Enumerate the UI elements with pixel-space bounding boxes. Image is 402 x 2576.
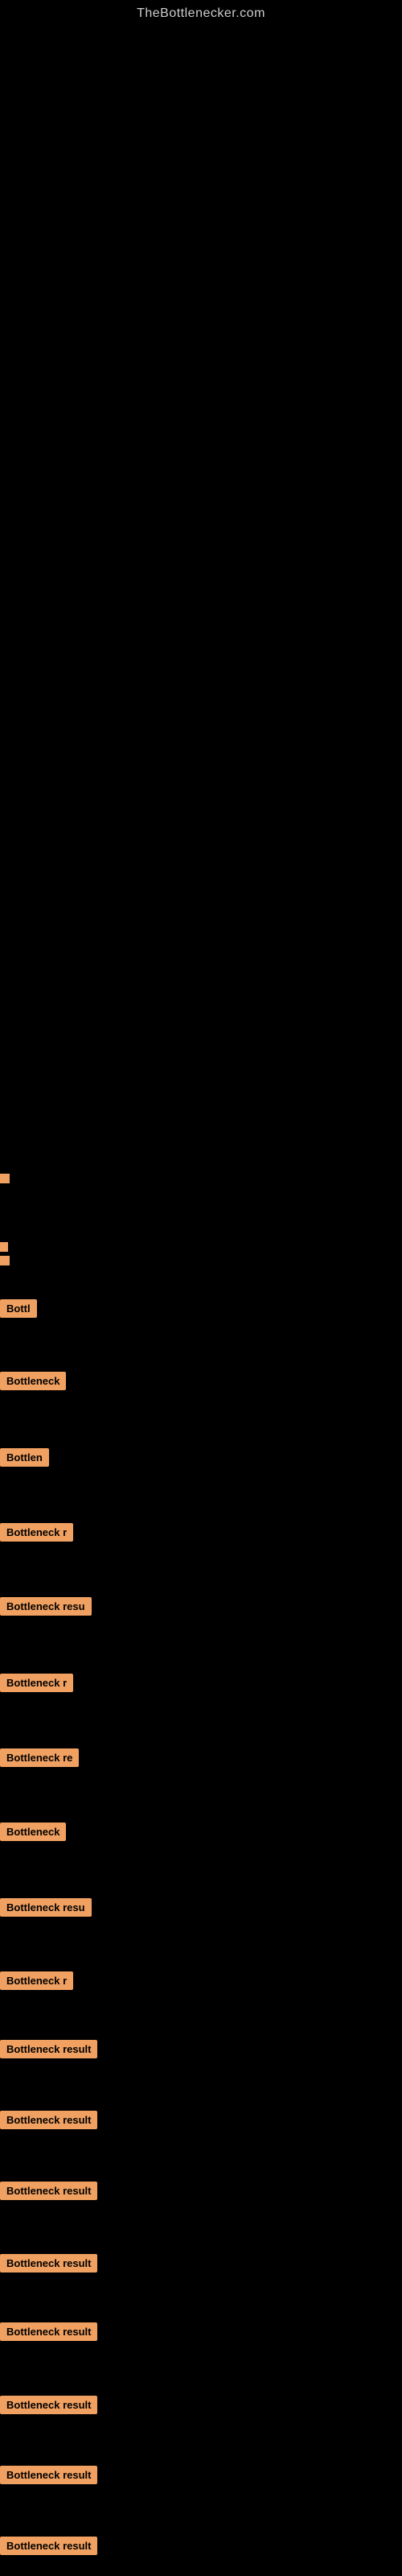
bottleneck-result-item: Bottleneck result: [0, 2037, 142, 2061]
bottleneck-result-item: Bottleneck result: [0, 2178, 147, 2202]
bottleneck-result-label: Bottleneck re: [0, 1748, 79, 1767]
bottleneck-result-label: Bottleneck result: [0, 2254, 97, 2273]
bottleneck-result-item: Bottleneck r: [0, 1670, 103, 1695]
bottleneck-result-label: Bottleneck r: [0, 1674, 73, 1692]
bottleneck-result-item: Bottleneck r: [0, 1520, 103, 1544]
bottleneck-result-label: Bottleneck result: [0, 2111, 97, 2129]
bottleneck-result-label: Bottleneck r: [0, 1971, 73, 1990]
bottleneck-result-item: Bottl: [0, 1296, 58, 1320]
bottleneck-result-item: Bottleneck resu: [0, 1594, 121, 1618]
bottleneck-result-label: Bottleneck result: [0, 2396, 97, 2414]
bottleneck-result-label: Bottleneck resu: [0, 1898, 92, 1917]
bottleneck-result-item: Bottlen: [0, 1445, 68, 1469]
site-title: TheBottlenecker.com: [0, 0, 402, 21]
bottleneck-result-label: Bottleneck result: [0, 2040, 97, 2058]
bottleneck-result-label: Bottleneck result: [0, 2466, 97, 2484]
bottleneck-result-item: Bottleneck result: [0, 2251, 147, 2275]
bottleneck-indicator: [0, 1256, 10, 1265]
bottleneck-result-item: Bottleneck result: [0, 2319, 150, 2343]
bottleneck-result-item: Bottleneck result: [0, 2462, 153, 2487]
bottleneck-indicator: [0, 1174, 10, 1183]
bottleneck-result-item: Bottleneck result: [0, 2107, 143, 2132]
bottleneck-result-label: Bottleneck r: [0, 1523, 73, 1542]
bottleneck-result-item: Bottleneck: [0, 1819, 88, 1843]
bottleneck-result-item: Bottleneck resu: [0, 1895, 131, 1919]
bottleneck-result-label: Bottl: [0, 1299, 37, 1318]
bottleneck-result-item: Bottleneck result: [0, 2533, 153, 2557]
bottleneck-indicator: [0, 1242, 8, 1252]
bottleneck-result-label: Bottlen: [0, 1448, 49, 1467]
bottleneck-result-label: Bottleneck result: [0, 2322, 97, 2341]
bottleneck-result-label: Bottleneck result: [0, 2182, 97, 2200]
bottleneck-result-item: Bottleneck re: [0, 1745, 111, 1769]
bottleneck-result-label: Bottleneck result: [0, 2537, 97, 2555]
bottleneck-result-item: Bottleneck: [0, 1368, 88, 1393]
bottleneck-result-item: Bottleneck r: [0, 1968, 106, 1992]
bottleneck-result-label: Bottleneck resu: [0, 1597, 92, 1616]
bottleneck-result-item: Bottleneck result: [0, 2392, 151, 2417]
bottleneck-result-label: Bottleneck: [0, 1372, 66, 1390]
bottleneck-result-label: Bottleneck: [0, 1823, 66, 1841]
